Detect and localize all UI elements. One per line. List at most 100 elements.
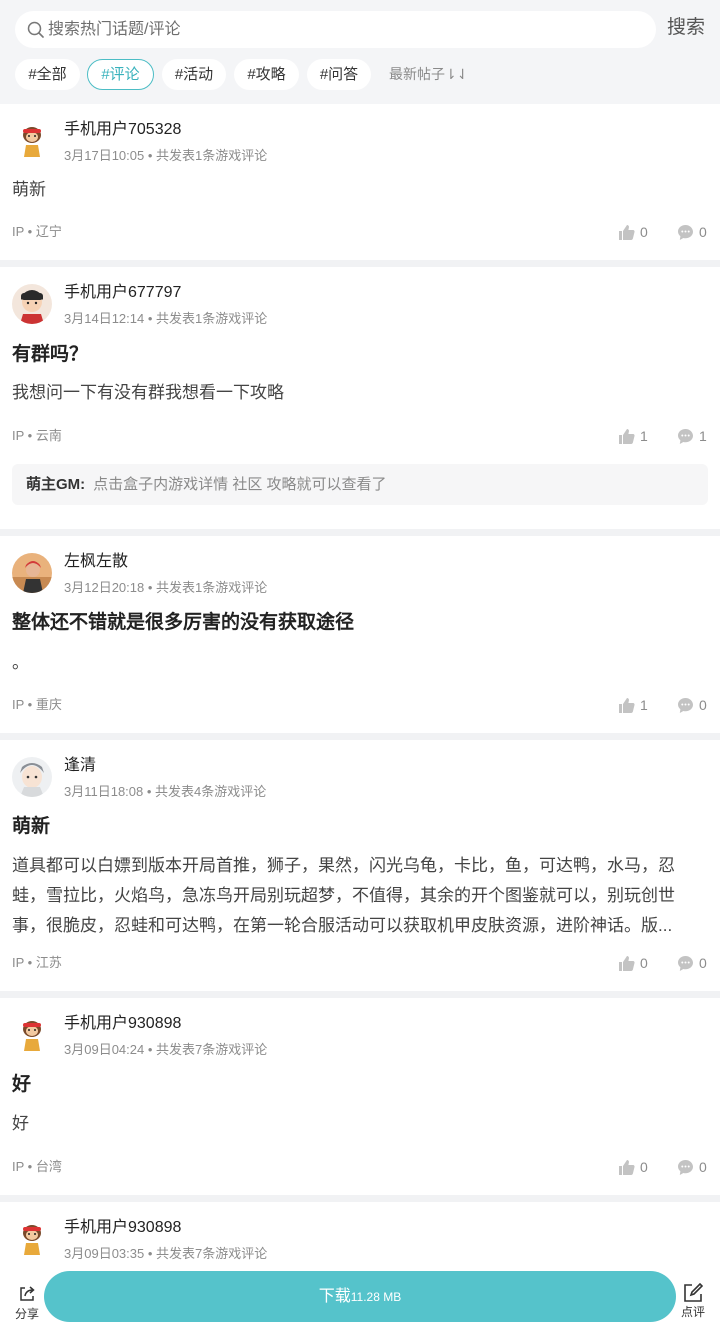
like-button[interactable]: 0 [618, 954, 658, 974]
comment-button[interactable]: 0 [677, 223, 717, 243]
avatar[interactable] [12, 284, 52, 324]
like-count: 0 [640, 224, 648, 240]
thumb-up-icon [619, 429, 635, 444]
chip-guide[interactable]: #攻略 [234, 59, 299, 90]
like-button[interactable]: 1 [618, 696, 658, 716]
share-button[interactable]: 分享 [8, 1285, 46, 1325]
ip-location: IP • 重庆 [12, 697, 62, 712]
post-meta: 3月09日04:24 • 共发表7条游戏评论 [64, 1042, 267, 1058]
bottom-action-bar: 分享 下载11.28 MB 点评 [0, 1271, 720, 1329]
avatar[interactable] [12, 757, 52, 797]
post-body: 我想问一下有没有群我想看一下攻略 [12, 383, 284, 402]
thumb-up-icon [619, 1160, 635, 1175]
post-meta: 3月11日18:08 • 共发表4条游戏评论 [64, 784, 266, 800]
post-meta: 3月17日10:05 • 共发表1条游戏评论 [64, 148, 267, 164]
thumb-up-icon [619, 225, 635, 240]
like-count: 0 [640, 955, 648, 971]
user-name[interactable]: 手机用户930898 [64, 1014, 181, 1034]
comment-icon [678, 225, 693, 240]
ip-location: IP • 台湾 [12, 1159, 62, 1174]
reply-text: 点击盒子内游戏详情 社区 攻略就可以查看了 [93, 476, 387, 493]
like-button[interactable]: 1 [618, 427, 658, 447]
chip-qa[interactable]: #问答 [307, 59, 371, 90]
search-input[interactable]: 搜索热门话题/评论 [15, 11, 656, 48]
review-count: 共发表7条游戏评论 [156, 1042, 268, 1057]
review-count: 共发表4条游戏评论 [155, 784, 267, 799]
like-count: 1 [640, 697, 648, 713]
search-placeholder: 搜索热门话题/评论 [48, 21, 181, 38]
post-card[interactable]: 左枫左散 3月12日20:18 • 共发表1条游戏评论 整体还不错就是很多厉害的… [0, 536, 720, 733]
review-button[interactable]: 点评 [674, 1283, 712, 1325]
post-meta: 3月12日20:18 • 共发表1条游戏评论 [64, 580, 267, 596]
meta-separator: • [144, 1042, 157, 1057]
meta-separator: • [144, 311, 157, 326]
comment-count: 0 [699, 955, 707, 971]
share-icon [20, 1286, 35, 1301]
ip-location: IP • 云南 [12, 428, 62, 443]
download-button[interactable]: 下载11.28 MB [44, 1271, 676, 1322]
user-name[interactable]: 左枫左散 [64, 552, 128, 572]
review-count: 共发表7条游戏评论 [156, 1246, 268, 1261]
sort-toggle[interactable]: 最新帖子⇂⇃ [389, 66, 468, 83]
user-name[interactable]: 手机用户705328 [64, 120, 181, 140]
search-button[interactable]: 搜索 [667, 17, 705, 39]
thumb-up-icon [619, 956, 635, 971]
post-body: 。 [12, 653, 29, 672]
download-label: 下载 [318, 1288, 351, 1305]
post-date: 3月17日10:05 [64, 148, 145, 163]
review-count: 共发表1条游戏评论 [156, 148, 268, 163]
thumb-up-icon [619, 698, 635, 713]
chip-review[interactable]: #评论 [87, 59, 154, 90]
avatar[interactable] [12, 553, 52, 593]
comment-icon [678, 956, 693, 971]
user-name[interactable]: 手机用户677797 [64, 283, 181, 303]
anime-avatar-icon [12, 757, 52, 797]
post-date: 3月12日20:18 [64, 580, 145, 595]
comment-button[interactable]: 0 [677, 696, 717, 716]
post-card[interactable]: 手机用户930898 3月09日04:24 • 共发表7条游戏评论 好 好 IP… [0, 998, 720, 1195]
top-bar: 搜索热门话题/评论 搜索 #全部 #评论 #活动 #攻略 #问答 最新帖子⇂⇃ [0, 0, 720, 104]
comment-count: 0 [699, 697, 707, 713]
comment-icon [678, 1160, 693, 1175]
filter-chips: #全部 #评论 #活动 #攻略 #问答 最新帖子⇂⇃ [15, 59, 715, 90]
comment-button[interactable]: 0 [677, 954, 717, 974]
avatar[interactable] [12, 1219, 52, 1259]
comment-count: 1 [699, 428, 707, 444]
meta-separator: • [144, 1246, 157, 1261]
post-title: 好 [12, 1074, 32, 1095]
post-body: 好 [12, 1114, 29, 1133]
comment-count: 0 [699, 224, 707, 240]
chip-all[interactable]: #全部 [15, 59, 80, 90]
ip-location: IP • 辽宁 [12, 224, 62, 239]
reply-author: 萌主GM: [26, 476, 86, 493]
post-card[interactable]: 手机用户677797 3月14日12:14 • 共发表1条游戏评论 有群吗？ 我… [0, 267, 720, 529]
meta-separator: • [144, 148, 157, 163]
like-count: 1 [640, 428, 648, 444]
user-name[interactable]: 逢清 [64, 756, 96, 776]
post-title: 萌新 [12, 816, 51, 837]
user-name[interactable]: 手机用户930898 [64, 1218, 181, 1238]
like-button[interactable]: 0 [618, 223, 658, 243]
like-count: 0 [640, 1159, 648, 1175]
post-card[interactable]: 手机用户705328 3月17日10:05 • 共发表1条游戏评论 萌新 IP … [0, 104, 720, 260]
meta-separator: • [143, 784, 156, 799]
monkey-avatar-icon [12, 1219, 52, 1259]
comment-icon [678, 429, 693, 444]
search-icon [27, 21, 44, 38]
reply-preview[interactable]: 萌主GM: 点击盒子内游戏详情 社区 攻略就可以查看了 [12, 464, 708, 505]
monkey-avatar-icon [12, 1015, 52, 1055]
post-body: 道具都可以白嫖到版本开局首推，狮子，果然，闪光乌龟，卡比，鱼，可达鸭，水马，忍蛙… [12, 856, 675, 935]
like-button[interactable]: 0 [618, 1158, 658, 1178]
comment-button[interactable]: 1 [677, 427, 717, 447]
post-title: 有群吗？ [12, 344, 89, 365]
photo-avatar-icon [12, 553, 52, 593]
post-card[interactable]: 逢清 3月11日18:08 • 共发表4条游戏评论 萌新 道具都可以白嫖到版本开… [0, 740, 720, 991]
comment-button[interactable]: 0 [677, 1158, 717, 1178]
ip-location: IP • 江苏 [12, 955, 62, 970]
meta-separator: • [144, 580, 157, 595]
chip-activity[interactable]: #活动 [162, 59, 226, 90]
post-title: 整体还不错就是很多厉害的没有获取途径 [12, 612, 355, 633]
download-size: 11.28 MB [350, 1290, 402, 1304]
avatar[interactable] [12, 1015, 52, 1055]
avatar[interactable] [12, 121, 52, 161]
